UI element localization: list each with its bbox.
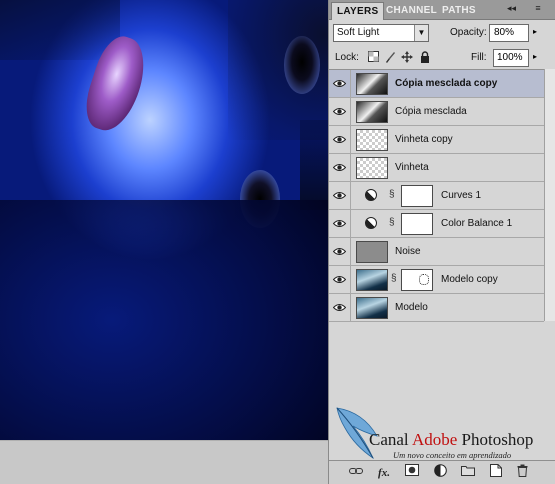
visibility-eye-icon[interactable] bbox=[329, 210, 351, 237]
blend-row: Soft Light ▼ Opacity: 80% ▸ bbox=[329, 21, 555, 45]
link-chain-icon: § bbox=[391, 273, 397, 284]
layer-row[interactable]: Modelo bbox=[329, 294, 544, 322]
layer-row[interactable]: Cópia mesclada bbox=[329, 98, 544, 126]
opacity-slider-arrow-icon[interactable]: ▸ bbox=[533, 27, 537, 36]
visibility-eye-icon[interactable] bbox=[329, 238, 351, 265]
layers-panel-footer: fx. bbox=[329, 460, 555, 484]
layer-thumbnail bbox=[356, 129, 388, 151]
lock-transparent-icon[interactable] bbox=[367, 51, 379, 63]
logo-word-adobe: Adobe bbox=[411, 430, 458, 449]
layer-thumbnail bbox=[356, 157, 388, 179]
tab-layers[interactable]: LAYERS bbox=[331, 2, 385, 20]
layer-row[interactable]: Cópia mesclada copy bbox=[329, 70, 544, 98]
photo-eye-upper bbox=[284, 36, 320, 94]
layer-row[interactable]: Vinheta bbox=[329, 154, 544, 182]
canvas-status-bar bbox=[0, 440, 328, 484]
visibility-eye-icon[interactable] bbox=[329, 126, 351, 153]
visibility-eye-icon[interactable] bbox=[329, 266, 351, 293]
layer-thumbnail bbox=[356, 241, 388, 263]
visibility-eye-icon[interactable] bbox=[329, 70, 351, 97]
panel-menu-icon[interactable]: ≡ bbox=[531, 3, 545, 16]
curves-adjustment-icon bbox=[362, 186, 380, 204]
lock-all-icon[interactable] bbox=[419, 51, 431, 63]
fill-label: Fill: bbox=[471, 52, 487, 63]
fx-icon[interactable]: fx. bbox=[375, 464, 393, 482]
layer-name: Color Balance 1 bbox=[441, 218, 513, 229]
layer-name: Noise bbox=[395, 246, 421, 257]
photo-dark-shading bbox=[0, 200, 328, 440]
lock-label: Lock: bbox=[335, 52, 359, 63]
trash-icon[interactable] bbox=[513, 464, 531, 482]
visibility-eye-icon[interactable] bbox=[329, 182, 351, 209]
visibility-eye-icon[interactable] bbox=[329, 98, 351, 125]
layer-list: Cópia mesclada copy Cópia mesclada Vinhe… bbox=[329, 69, 544, 322]
document-canvas[interactable] bbox=[0, 0, 328, 440]
layer-row[interactable]: § Color Balance 1 bbox=[329, 210, 544, 238]
logo-subtitle: Um novo conceito em aprendizado bbox=[393, 450, 512, 460]
blend-mode-value: Soft Light bbox=[337, 27, 380, 38]
color-balance-adjustment-icon bbox=[362, 214, 380, 232]
collapse-panel-icon[interactable]: ◂◂ bbox=[507, 3, 516, 14]
link-layers-icon[interactable] bbox=[347, 464, 365, 482]
layer-name: Cópia mesclada bbox=[395, 106, 467, 117]
photo-shadow bbox=[300, 120, 328, 210]
logo-word-canal: Canal bbox=[369, 430, 412, 449]
layer-name: Vinheta copy bbox=[395, 134, 453, 145]
adjustment-layer-icon[interactable] bbox=[431, 464, 449, 482]
layer-mask-thumbnail bbox=[401, 213, 433, 235]
visibility-eye-icon[interactable] bbox=[329, 294, 351, 321]
add-mask-icon[interactable] bbox=[403, 464, 421, 482]
layer-thumbnail bbox=[356, 73, 388, 95]
tab-paths[interactable]: PATHS bbox=[437, 2, 481, 20]
panel-tab-bar: LAYERS CHANNEL PATHS ◂◂ ≡ bbox=[329, 0, 555, 20]
layer-name: Modelo bbox=[395, 302, 428, 313]
opacity-input[interactable]: 80% bbox=[489, 24, 529, 42]
chevron-down-icon[interactable]: ▼ bbox=[414, 25, 428, 41]
layers-panel: LAYERS CHANNEL PATHS ◂◂ ≡ Soft Light ▼ O… bbox=[328, 0, 555, 484]
layer-name: Vinheta bbox=[395, 162, 429, 173]
lock-row: Lock: Fill: 100% ▸ bbox=[329, 46, 555, 68]
new-layer-icon[interactable] bbox=[487, 464, 505, 482]
layer-thumbnail bbox=[356, 101, 388, 123]
photo-hair-region bbox=[0, 0, 120, 60]
layer-thumbnail bbox=[356, 269, 388, 291]
lock-pixels-brush-icon[interactable] bbox=[384, 51, 396, 63]
layer-name: Cópia mesclada copy bbox=[395, 78, 498, 89]
logo-title: Canal Adobe Photoshop bbox=[369, 430, 533, 450]
tab-channels[interactable]: CHANNEL bbox=[381, 2, 442, 20]
link-chain-icon: § bbox=[389, 217, 395, 228]
canal-adobe-photoshop-logo: Canal Adobe Photoshop Um novo conceito e… bbox=[329, 400, 555, 460]
logo-word-photoshop: Photoshop bbox=[457, 430, 534, 449]
link-chain-icon: § bbox=[389, 189, 395, 200]
layer-row[interactable]: § Modelo copy bbox=[329, 266, 544, 294]
layer-name: Modelo copy bbox=[441, 274, 498, 285]
layer-mask-thumbnail bbox=[401, 185, 433, 207]
layer-list-scrollbar[interactable] bbox=[544, 69, 555, 321]
layer-row[interactable]: Noise bbox=[329, 238, 544, 266]
new-group-icon[interactable] bbox=[459, 464, 477, 482]
opacity-label: Opacity: bbox=[450, 27, 487, 38]
blend-mode-select[interactable]: Soft Light ▼ bbox=[333, 24, 429, 42]
visibility-eye-icon[interactable] bbox=[329, 154, 351, 181]
layer-thumbnail bbox=[356, 297, 388, 319]
layer-row[interactable]: Vinheta copy bbox=[329, 126, 544, 154]
layer-mask-thumbnail bbox=[401, 269, 433, 291]
fill-input[interactable]: 100% bbox=[493, 49, 529, 67]
layer-name: Curves 1 bbox=[441, 190, 482, 201]
layer-row[interactable]: § Curves 1 bbox=[329, 182, 544, 210]
lock-position-move-icon[interactable] bbox=[401, 51, 413, 63]
fill-slider-arrow-icon[interactable]: ▸ bbox=[533, 52, 537, 61]
